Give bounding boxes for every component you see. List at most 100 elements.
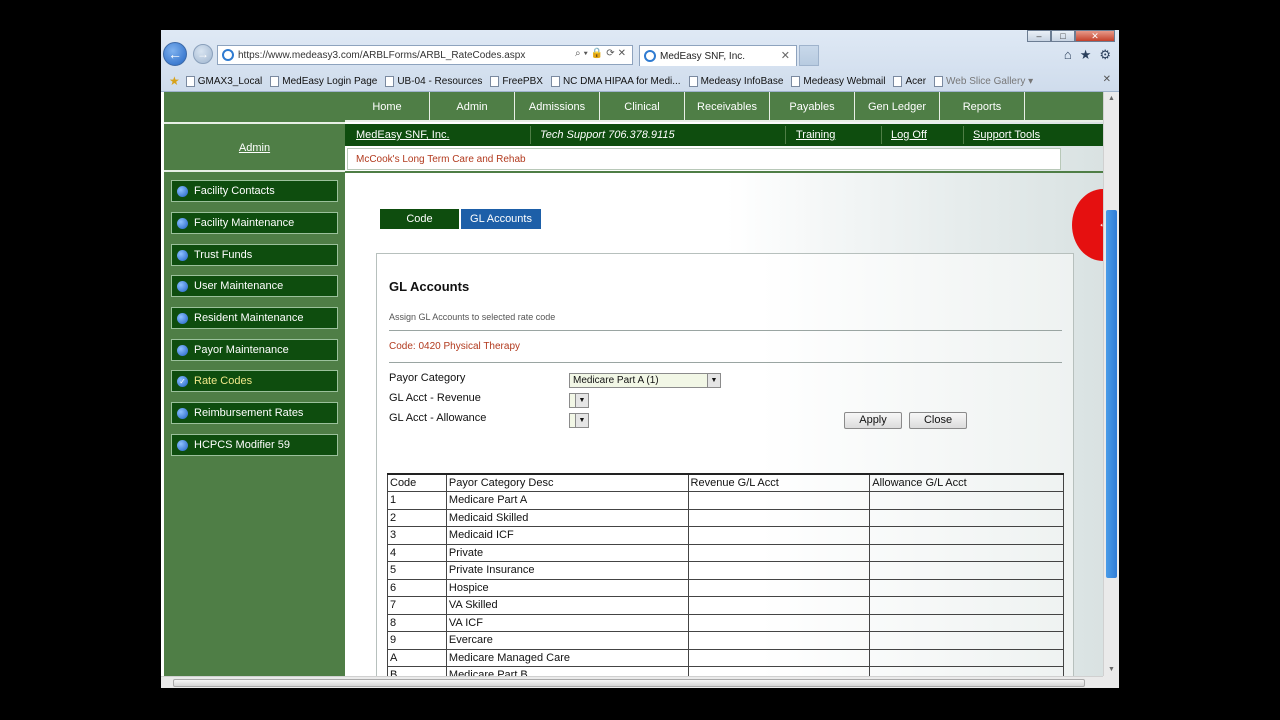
sidebar-item-facility-maintenance[interactable]: Facility Maintenance: [171, 212, 338, 234]
table-row[interactable]: 8 VA ICF: [387, 613, 1064, 632]
sidebar-item-user-maintenance[interactable]: User Maintenance: [171, 275, 338, 297]
home-icon[interactable]: ⌂: [1064, 47, 1072, 63]
sidebar-item-resident-maintenance[interactable]: Resident Maintenance: [171, 307, 338, 329]
vertical-scrollbar[interactable]: ▲ ▼: [1103, 92, 1119, 676]
payor-category-table: Code Payor Category Desc Revenue G/L Acc…: [387, 473, 1064, 676]
table-row[interactable]: 2 Medicaid Skilled: [387, 508, 1064, 527]
favorites-star-icon[interactable]: ★: [169, 74, 180, 88]
web-page: Admin Facility Contacts Facility Mainten…: [161, 92, 1103, 676]
gl-allowance-select[interactable]: ▼: [569, 413, 589, 428]
nav-reports[interactable]: Reports: [940, 92, 1025, 120]
apply-button[interactable]: Apply: [844, 412, 902, 429]
bullet-icon: [177, 439, 188, 451]
sidebar-item-trust-funds[interactable]: Trust Funds: [171, 244, 338, 266]
gl-revenue-select[interactable]: ▼: [569, 393, 589, 408]
sidebar: Admin Facility Contacts Facility Mainten…: [164, 92, 345, 676]
gl-accounts-panel: GL Accounts Assign GL Accounts to select…: [376, 253, 1074, 676]
close-window-button[interactable]: ✕: [1075, 30, 1115, 42]
payor-category-value: Medicare Part A (1): [573, 375, 659, 386]
table-row[interactable]: 1 Medicare Part A: [387, 491, 1064, 510]
favorite-link[interactable]: Medeasy InfoBase: [688, 75, 783, 87]
chevron-down-icon: ▼: [707, 374, 720, 387]
favorite-link[interactable]: NC DMA HIPAA for Medi...: [550, 75, 681, 87]
sidebar-item-hcpcs-modifier[interactable]: HCPCS Modifier 59: [171, 434, 338, 456]
table-row[interactable]: 4 Private: [387, 543, 1064, 562]
top-nav: Home Admin Admissions Clinical Receivabl…: [345, 92, 1103, 122]
favorite-link[interactable]: Web Slice Gallery ▾: [934, 75, 1033, 87]
table-row[interactable]: 6 Hospice: [387, 578, 1064, 597]
gear-icon[interactable]: ⚙: [1099, 47, 1111, 63]
browser-window: – □ ✕ ← → https://www.medeasy3.com/ARBLF…: [161, 30, 1119, 688]
nav-payables[interactable]: Payables: [770, 92, 855, 120]
close-tab-icon[interactable]: ✕: [781, 49, 790, 62]
page-icon: [185, 75, 195, 87]
favorite-link[interactable]: FreePBX: [490, 75, 543, 87]
close-favorites-icon[interactable]: ✕: [1103, 74, 1111, 85]
tab-code[interactable]: Code: [380, 209, 459, 229]
cursor-highlight: ↔: [1072, 189, 1103, 261]
column-header: Revenue G/L Acct: [687, 473, 871, 492]
sidebar-item-facility-contacts[interactable]: Facility Contacts: [171, 180, 338, 202]
nav-receivables[interactable]: Receivables: [685, 92, 770, 120]
column-header: Payor Category Desc: [445, 473, 689, 492]
table-row[interactable]: 5 Private Insurance: [387, 561, 1064, 580]
panel-title: GL Accounts: [389, 279, 470, 294]
favorites-star-icon[interactable]: ★: [1080, 47, 1092, 63]
browser-tab[interactable]: MedEasy SNF, Inc. ✕: [639, 45, 797, 66]
nav-home[interactable]: Home: [345, 92, 430, 120]
page-icon: [385, 75, 395, 87]
new-tab-button[interactable]: [799, 45, 819, 66]
nav-clinical[interactable]: Clinical: [600, 92, 685, 120]
table-row[interactable]: 3 Medicaid ICF: [387, 526, 1064, 545]
ie-icon: [222, 49, 234, 61]
bullet-icon: [177, 217, 188, 229]
rate-code-line: Code: 0420 Physical Therapy: [389, 341, 521, 352]
favorite-link[interactable]: Medeasy Webmail: [791, 75, 885, 87]
nav-admissions[interactable]: Admissions: [515, 92, 600, 120]
favorite-link[interactable]: MedEasy Login Page: [270, 75, 377, 87]
payor-category-select[interactable]: Medicare Part A (1) ▼: [569, 373, 721, 388]
company-link[interactable]: MedEasy SNF, Inc.: [356, 129, 450, 141]
scroll-thumb[interactable]: [173, 679, 1085, 687]
table-row[interactable]: B Medicare Part B: [387, 666, 1064, 676]
divider: [785, 126, 786, 144]
check-icon: ✓: [177, 375, 188, 387]
training-link[interactable]: Training: [796, 129, 835, 141]
favorite-link[interactable]: GMAX3_Local: [185, 75, 262, 87]
logoff-link[interactable]: Log Off: [891, 129, 927, 141]
support-tools-link[interactable]: Support Tools: [973, 129, 1040, 141]
admin-link[interactable]: Admin: [164, 142, 345, 154]
sidebar-item-payor-maintenance[interactable]: Payor Maintenance: [171, 339, 338, 361]
minimize-button[interactable]: –: [1027, 30, 1051, 42]
horizontal-scrollbar[interactable]: [161, 676, 1103, 688]
page-icon: [934, 75, 944, 87]
tab-gl-accounts[interactable]: GL Accounts: [461, 209, 541, 229]
page-icon: [550, 75, 560, 87]
table-row[interactable]: 9 Evercare: [387, 631, 1064, 650]
facility-name: McCook's Long Term Care and Rehab: [347, 148, 1061, 170]
scroll-up-icon[interactable]: ▲: [1108, 95, 1115, 102]
address-tools[interactable]: ⌕▾🔒⟳✕: [575, 48, 629, 59]
page-icon: [893, 75, 903, 87]
forward-button[interactable]: →: [193, 44, 213, 64]
nav-gen-ledger[interactable]: Gen Ledger: [855, 92, 940, 120]
favorite-link[interactable]: UB-04 - Resources: [385, 75, 482, 87]
gl-allowance-label: GL Acct - Allowance: [389, 412, 487, 424]
maximize-button[interactable]: □: [1051, 30, 1075, 42]
table-row[interactable]: A Medicare Managed Care: [387, 648, 1064, 667]
sidebar-item-rate-codes[interactable]: ✓ Rate Codes: [171, 370, 338, 392]
favorite-link[interactable]: Acer: [893, 75, 926, 87]
ie-icon: [644, 50, 656, 62]
nav-admin[interactable]: Admin: [430, 92, 515, 120]
close-button[interactable]: Close: [909, 412, 967, 429]
column-header: Allowance G/L Acct: [869, 473, 1064, 492]
scroll-thumb[interactable]: [1106, 210, 1117, 578]
address-url: https://www.medeasy3.com/ARBLForms/ARBL_…: [238, 49, 526, 61]
back-button[interactable]: ←: [163, 42, 187, 66]
sidebar-item-reimbursement-rates[interactable]: Reimbursement Rates: [171, 402, 338, 424]
scroll-down-icon[interactable]: ▼: [1108, 666, 1115, 673]
table-row[interactable]: 7 VA Skilled: [387, 596, 1064, 615]
address-bar[interactable]: https://www.medeasy3.com/ARBLForms/ARBL_…: [217, 45, 633, 65]
browser-chrome: – □ ✕ ← → https://www.medeasy3.com/ARBLF…: [161, 30, 1119, 92]
divider: [164, 122, 345, 124]
